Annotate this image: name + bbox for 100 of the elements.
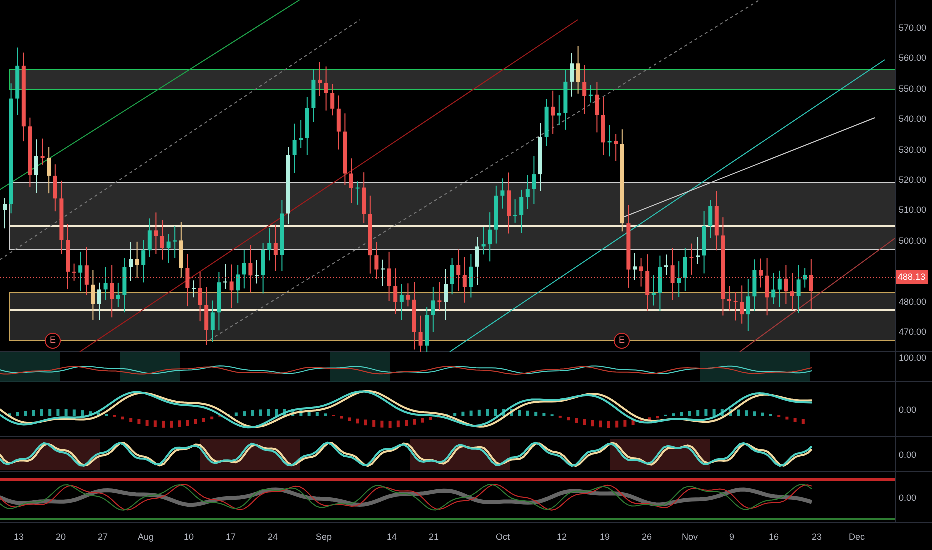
price-label: 520.00 [899,174,927,186]
candlestick [476,236,480,286]
candlestick [444,268,448,321]
candlestick [557,95,562,126]
candlestick [336,95,341,150]
candlestick [614,134,618,162]
candlestick [796,264,801,314]
candlestick [406,283,410,308]
earnings-marker[interactable]: E [614,333,630,349]
time-label: 27 [98,531,108,544]
candlestick [752,259,757,312]
candlestick [595,82,600,134]
candlestick [166,234,171,264]
time-label: 16 [769,531,779,544]
indicator-scale-label: 100.00 [899,352,927,364]
candlestick [28,117,32,188]
candlestick [350,158,354,204]
time-label: 26 [642,531,652,544]
candlestick [551,90,556,134]
candlestick [608,124,612,158]
candlestick [734,292,738,322]
candlestick [104,267,108,301]
time-label: 24 [268,531,278,544]
time-label: 23 [812,531,822,544]
candlestick [16,47,20,116]
candlestick [394,268,398,315]
candlestick [576,46,580,94]
time-label: 21 [429,531,439,544]
candlestick [305,96,310,156]
candlestick [66,224,70,290]
candlestick [646,254,650,312]
price-label: 530.00 [899,144,927,156]
candlestick [268,228,272,262]
candlestick [431,286,436,333]
earnings-marker[interactable]: E [45,333,61,349]
price-tag: 488.13 [896,270,928,284]
candlestick [772,273,776,305]
candlestick [544,98,549,147]
time-label: Dec [849,531,865,544]
candlestick [456,249,461,292]
candlestick [513,199,518,224]
candlestick [173,226,178,259]
candlestick [714,190,719,252]
candlestick [412,282,416,350]
candlestick [217,272,222,332]
candlestick [292,123,297,174]
candlestick [740,285,744,324]
time-label: 20 [56,531,66,544]
candlestick [98,282,102,320]
candlestick [179,222,184,278]
candlestick [299,120,304,149]
candlestick [362,172,366,224]
candlestick [690,243,694,276]
candlestick [72,263,76,282]
candlestick [78,251,83,292]
candlestick [142,240,146,284]
price-label: 560.00 [899,52,927,64]
candlestick [400,284,404,321]
candlestick [192,280,196,298]
candlestick [588,85,593,104]
candlestick [236,264,240,304]
time-label: 13 [14,531,24,544]
candlestick [683,248,688,292]
candlestick [702,210,706,274]
time-label: 10 [184,531,194,544]
candlestick [261,242,266,294]
candlestick [570,52,574,98]
candlestick [47,146,52,194]
candlestick [91,270,96,320]
candlestick [670,247,675,301]
candlestick [664,254,668,276]
indicator-scale-label: 0.00 [899,448,917,460]
candlestick [488,212,492,262]
candlestick [110,264,114,318]
candlestick [210,300,215,342]
candlestick [418,315,423,352]
time-label: 19 [600,531,610,544]
candlestick [538,122,542,192]
time-label: Aug [138,531,154,544]
candlestick [381,259,385,287]
time-label: 17 [226,531,236,544]
candlestick [784,264,788,305]
candlestick [274,224,278,272]
candlestick [374,242,379,280]
price-label: 470.00 [899,326,927,338]
candlestick [318,62,322,97]
candlestick [135,241,140,278]
candlestick [652,275,656,306]
candlestick [790,272,794,311]
candlestick [526,174,530,210]
candlestick [84,246,89,296]
candlestick [450,258,454,296]
price-label: 500.00 [899,234,927,247]
candlestick [494,185,498,244]
time-label: Nov [682,531,698,544]
candlestick [500,178,505,210]
candlestick [633,252,637,281]
candlestick [462,256,467,304]
candlestick [582,64,587,115]
candlestick [696,237,700,265]
